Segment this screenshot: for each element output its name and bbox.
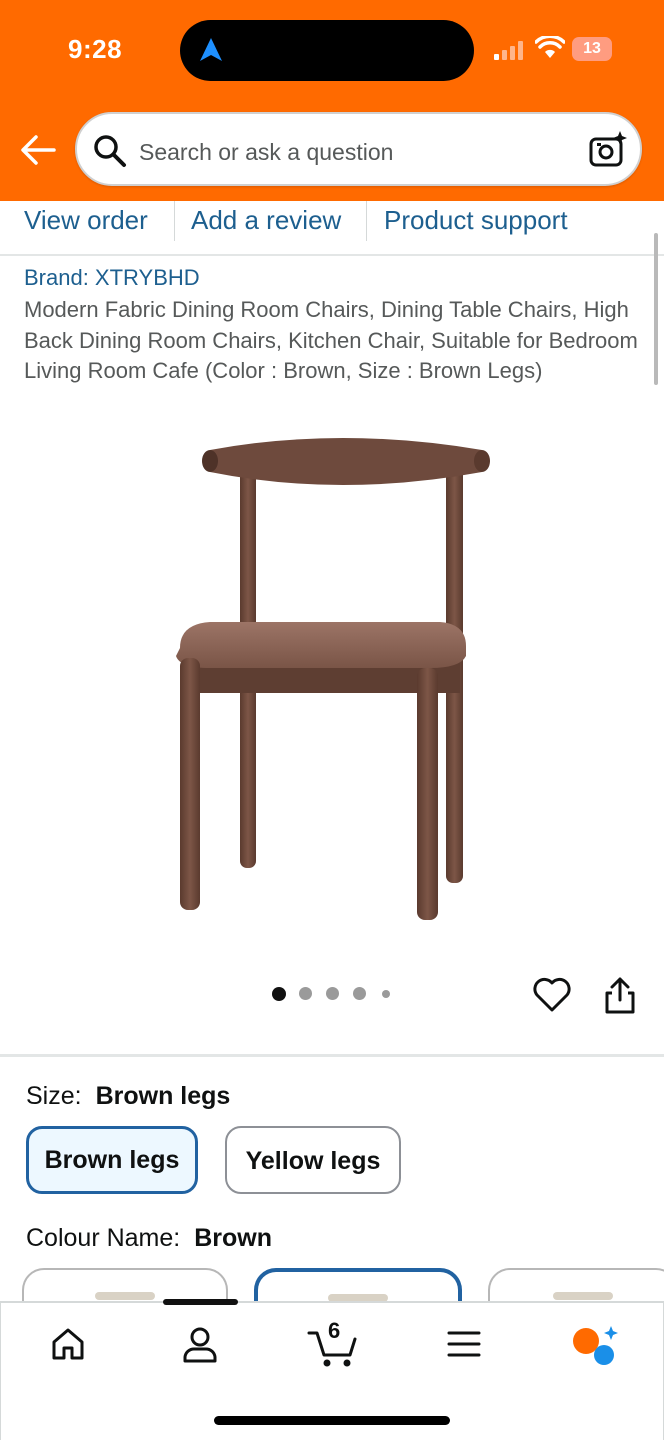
size-selected-value: Brown legs: [95, 1082, 231, 1110]
wifi-icon: [535, 36, 565, 58]
menu-icon[interactable]: [447, 1329, 481, 1359]
swatch-thumbnail: [95, 1292, 155, 1300]
search-input[interactable]: Search or ask a question: [139, 139, 393, 166]
colour-label: Colour Name: Brown: [26, 1224, 272, 1253]
section-divider: [0, 1054, 664, 1057]
tab-add-review[interactable]: Add a review: [191, 205, 341, 236]
heart-icon[interactable]: [533, 977, 571, 1013]
colour-label-text: Colour Name:: [26, 1224, 181, 1252]
size-label-text: Size:: [26, 1082, 82, 1110]
tab-divider: [174, 201, 175, 241]
scrollbar[interactable]: [654, 233, 658, 385]
camera-search-icon[interactable]: [588, 130, 628, 170]
carousel-dot[interactable]: [382, 990, 390, 998]
brand-link[interactable]: Brand: XTRYBHD: [24, 265, 200, 291]
tab-view-order[interactable]: View order: [24, 205, 148, 236]
home-indicator: [214, 1416, 450, 1425]
carousel-dot[interactable]: [353, 987, 366, 1000]
tab-divider: [366, 201, 367, 241]
home-icon[interactable]: [49, 1325, 87, 1363]
rufus-icon[interactable]: [571, 1325, 619, 1367]
swatch-thumbnail: [553, 1292, 613, 1300]
image-carousel-dots[interactable]: [270, 987, 400, 1005]
colour-selected-value: Brown: [194, 1224, 273, 1252]
product-title: Modern Fabric Dining Room Chairs, Dining…: [24, 297, 638, 383]
carousel-dot[interactable]: [326, 987, 339, 1000]
active-tab-indicator: [163, 1299, 238, 1305]
navigation-arrow-icon: [200, 38, 222, 61]
size-label: Size: Brown legs: [26, 1082, 230, 1111]
search-icon: [94, 135, 126, 167]
search-bar[interactable]: Search or ask a question: [75, 112, 642, 186]
cart-count-badge: 6: [328, 1318, 341, 1343]
app-header: 9:28 13 Search or ask a question: [0, 0, 664, 201]
carousel-dot-active[interactable]: [272, 987, 286, 1001]
carousel-dot[interactable]: [299, 987, 312, 1000]
size-option-yellow-legs[interactable]: Yellow legs: [225, 1126, 401, 1194]
account-icon[interactable]: [181, 1325, 219, 1365]
order-action-tabs: View order Add a review Product support: [0, 201, 664, 256]
tab-product-support[interactable]: Product support: [384, 205, 568, 236]
page: 9:28 13 Search or ask a question View or…: [0, 0, 664, 1440]
signal-icon: [494, 41, 523, 60]
dynamic-island: [180, 20, 474, 81]
back-arrow-icon[interactable]: [20, 134, 56, 166]
battery-indicator: 13: [572, 37, 612, 61]
status-time: 9:28: [68, 34, 123, 64]
size-option-brown-legs[interactable]: Brown legs: [26, 1126, 198, 1194]
product-image[interactable]: [170, 428, 500, 928]
share-icon[interactable]: [604, 976, 636, 1016]
